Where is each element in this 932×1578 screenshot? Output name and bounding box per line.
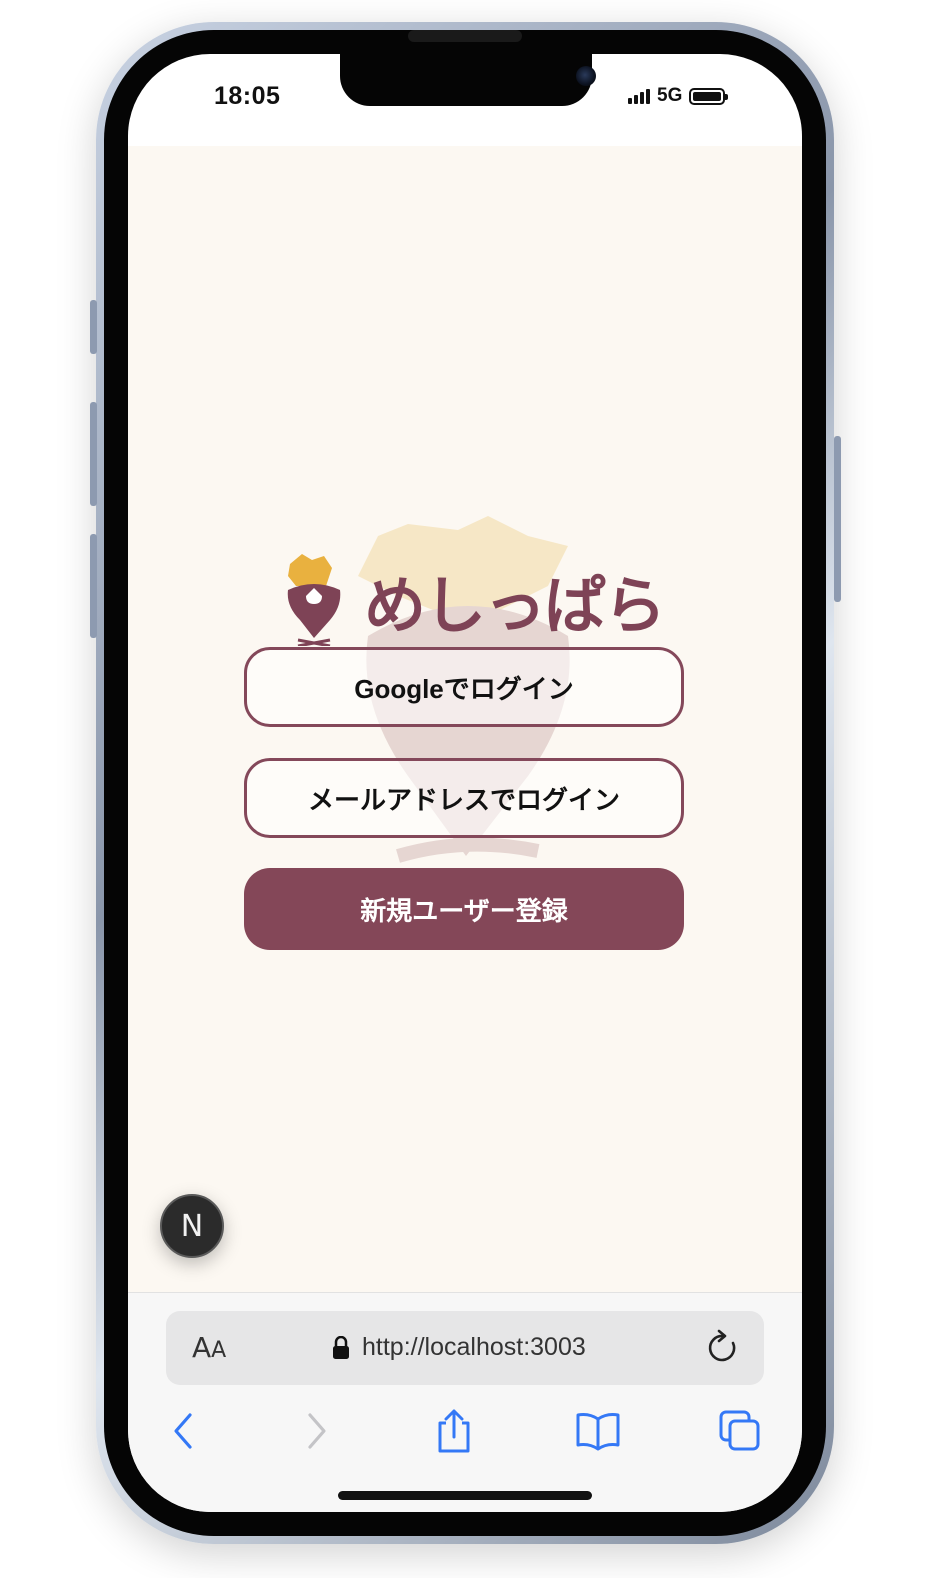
google-login-button[interactable]: Googleでログイン (244, 647, 684, 727)
volume-up-button (90, 402, 97, 506)
address-bar[interactable]: AA http://localhost:3003 (166, 1311, 764, 1385)
app-logo-text: めしっぱら (364, 569, 666, 642)
app-logo: めしっぱら (282, 554, 666, 646)
front-camera (576, 66, 596, 86)
bookmarks-icon (576, 1413, 620, 1451)
silent-switch (90, 300, 97, 354)
device-mockup: 18:05 5G めしっぱら Googleでログイン メールアドレスでログイン … (0, 0, 932, 1578)
lock-icon (333, 1335, 349, 1359)
back-button[interactable] (156, 1403, 212, 1459)
nextjs-dev-indicator-label: N (180, 1208, 204, 1244)
text-size-button[interactable]: AA (192, 1331, 226, 1364)
volume-down-button (90, 534, 97, 638)
notch (340, 54, 596, 106)
register-label: 新規ユーザー登録 (360, 895, 568, 926)
bookmarks-button[interactable] (570, 1403, 626, 1459)
earpiece-speaker (408, 30, 522, 42)
safari-toolbar (128, 1403, 802, 1463)
map-pin-onigiri-logo-icon (287, 554, 341, 646)
tabs-button[interactable] (712, 1403, 768, 1459)
network-type: 5G (657, 85, 683, 106)
url-display[interactable]: http://localhost:3003 (332, 1333, 586, 1362)
home-indicator[interactable] (338, 1491, 592, 1500)
status-time: 18:05 (214, 82, 281, 110)
back-icon (174, 1413, 192, 1449)
status-indicators: 5G (628, 84, 729, 108)
reload-icon (708, 1329, 736, 1362)
tabs-icon (719, 1410, 760, 1451)
power-button (834, 436, 841, 602)
share-button[interactable] (426, 1403, 482, 1459)
google-login-label: Googleでログイン (354, 673, 574, 704)
url-text: http://localhost:3003 (362, 1333, 586, 1361)
signal-strength-icon (628, 88, 650, 104)
reload-button[interactable] (706, 1329, 740, 1370)
email-login-label: メールアドレスでログイン (307, 784, 620, 815)
forward-icon (308, 1413, 326, 1449)
register-button[interactable]: 新規ユーザー登録 (244, 868, 684, 950)
nextjs-dev-indicator[interactable]: N (160, 1194, 224, 1258)
battery-icon (689, 87, 729, 105)
email-login-button[interactable]: メールアドレスでログイン (244, 758, 684, 838)
forward-button[interactable] (288, 1403, 344, 1459)
share-icon (438, 1409, 470, 1453)
safari-bottom-bar: AA http://localhost:3003 (128, 1292, 802, 1512)
screen: 18:05 5G めしっぱら Googleでログイン メールアドレスでログイン … (128, 54, 802, 1512)
web-content: めしっぱら Googleでログイン メールアドレスでログイン 新規ユーザー登録 … (128, 146, 802, 1292)
